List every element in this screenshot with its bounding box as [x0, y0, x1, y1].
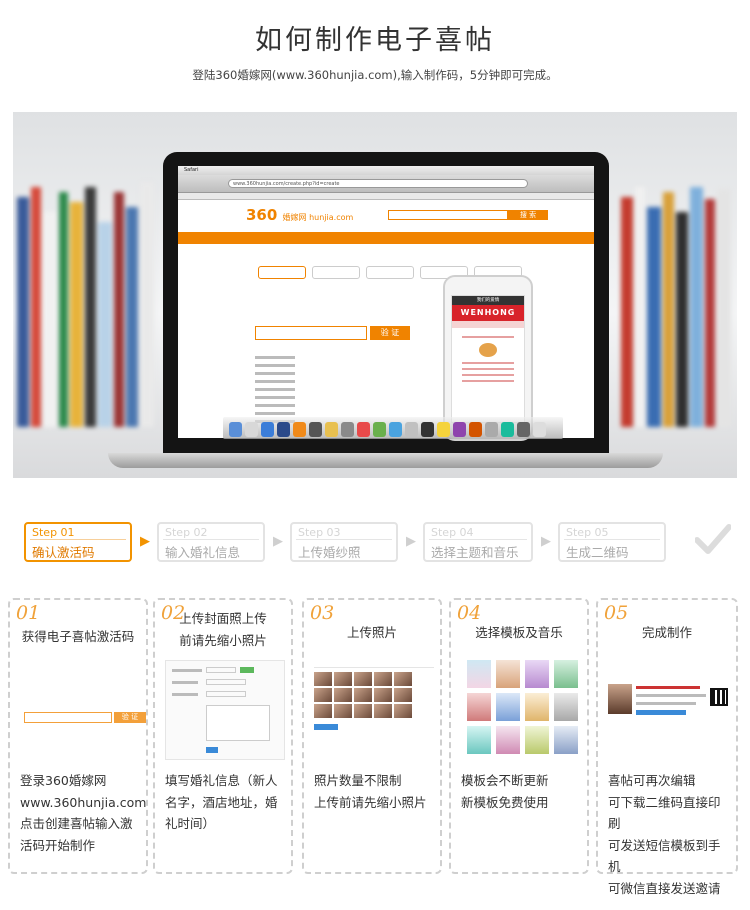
mac-menubar: Safari	[178, 166, 594, 175]
card-title: 上传封面照上传 前请先缩小照片	[179, 611, 267, 648]
card-step-3: 03 上传照片 照片数量不限制 上传前请先缩小照片	[302, 598, 442, 874]
form-preview	[165, 660, 285, 760]
laptop-base	[108, 453, 663, 468]
templates-preview	[461, 660, 581, 760]
hero-image: Safari www.360hunjia.com/create.php?id=c…	[13, 112, 737, 478]
page-title: 如何制作电子喜帖	[255, 25, 495, 56]
heart-icon	[479, 343, 497, 357]
screen-step	[258, 266, 306, 279]
finished-preview	[608, 684, 728, 724]
browser-toolbar: www.360hunjia.com/create.php?id=create	[178, 175, 594, 193]
verify-button[interactable]: 验 证	[370, 326, 410, 340]
card-step-4: 04 选择模板及音乐 模板会不断更新 新模板免费使用	[449, 598, 589, 874]
phone-body	[452, 328, 524, 390]
chevron-right-icon: ▶	[541, 534, 551, 549]
page-subtitle: 登陆360婚嫁网(www.360hunjia.com),输入制作码，5分钟即可完…	[192, 68, 558, 82]
step-1: Step 01 确认激活码	[24, 522, 132, 562]
step-2: Step 02 输入婚礼信息	[157, 522, 265, 562]
photos-preview	[314, 660, 434, 760]
chevron-right-icon: ▶	[406, 534, 416, 549]
card-description: 照片数量不限制 上传前请先缩小照片	[314, 773, 427, 810]
check-icon	[695, 524, 731, 554]
card-step-5: 05 完成制作 喜帖可再次编辑 可下载二维码直接印刷 可发送短信模板到手机 可微…	[596, 598, 738, 896]
url-bar[interactable]: www.360hunjia.com/create.php?id=create	[228, 179, 528, 188]
qr-code-icon	[710, 688, 728, 706]
site-search-button[interactable]: 搜 索	[508, 210, 548, 220]
card-number: 01	[16, 602, 41, 624]
step-4: Step 04 选择主题和音乐	[423, 522, 533, 562]
card-step-2: 02 上传封面照上传 前请先缩小照片 填写婚礼信息（新人 名字，酒店地址，婚 礼…	[153, 598, 293, 874]
card-description: 喜帖可再次编辑 可下载二维码直接印刷 可发送短信模板到手机 可微信直接发送邀请	[608, 773, 721, 896]
card-number: 05	[604, 602, 629, 624]
site-logo[interactable]: 360 婚嫁网 hunjia.com	[246, 206, 353, 224]
phone-screen: 我们的爱情 WENHONG	[451, 295, 525, 423]
card-title: 选择模板及音乐	[475, 625, 563, 640]
card-title: 获得电子喜帖激活码	[21, 629, 135, 644]
screen-step	[366, 266, 414, 279]
screen-step	[312, 266, 360, 279]
step-5: Step 05 生成二维码	[558, 522, 666, 562]
chevron-right-icon: ▶	[140, 534, 150, 549]
mini-activation-input	[24, 712, 112, 723]
card-description: 模板会不断更新 新模板免费使用	[461, 773, 549, 810]
mini-verify-button: 验 证	[114, 712, 146, 723]
site-search-input[interactable]	[388, 210, 508, 220]
card-title: 上传照片	[346, 625, 397, 640]
card-number: 04	[457, 602, 482, 624]
bookshelf-left	[13, 147, 163, 427]
step-3: Step 03 上传婚纱照	[290, 522, 398, 562]
card-title: 完成制作	[641, 625, 692, 640]
site-header: 360 婚嫁网 hunjia.com 搜 索	[178, 200, 594, 232]
phone-tabs	[452, 321, 524, 328]
card-description: 填写婚礼信息（新人 名字，酒店地址，婚 礼时间）	[165, 773, 278, 831]
bookmarks-bar	[178, 193, 594, 200]
step-progress: Step 01 确认激活码 ▶ Step 02 输入婚礼信息 ▶ Step 03…	[24, 522, 744, 562]
bookshelf-right	[619, 147, 737, 427]
card-step-1: 01 获得电子喜帖激活码 验 证 登录360婚嫁网 www.360hunjia.…	[8, 598, 148, 874]
card-description: 登录360婚嫁网 www.360hunjia.com 点击创建喜帖输入激 活码开…	[20, 773, 147, 853]
mac-dock	[223, 417, 563, 439]
activation-preview: 验 证	[20, 660, 146, 760]
chevron-right-icon: ▶	[273, 534, 283, 549]
site-nav	[178, 232, 594, 244]
card-number: 03	[310, 602, 335, 624]
phone-banner: WENHONG	[452, 305, 524, 321]
activation-code-input[interactable]	[255, 326, 367, 340]
phone-title: 我们的爱情	[452, 296, 524, 305]
